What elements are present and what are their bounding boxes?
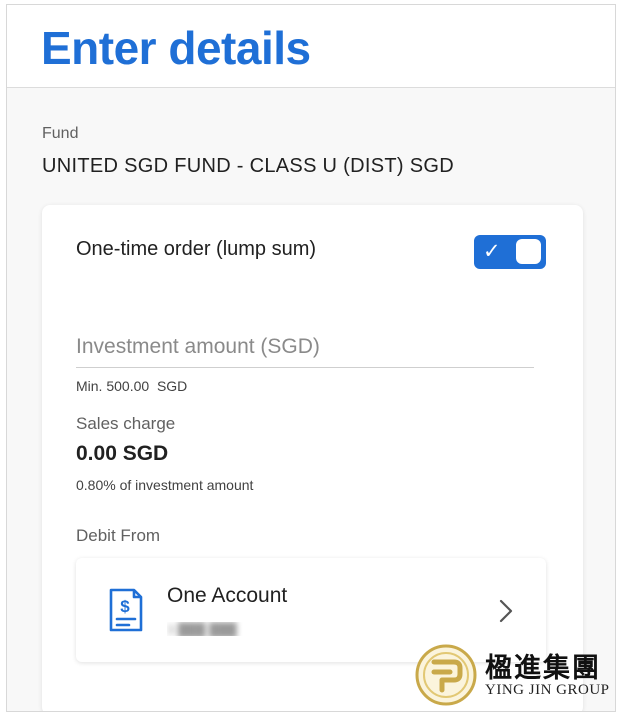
investment-amount-input[interactable] — [76, 327, 534, 368]
fund-label: Fund — [42, 125, 79, 142]
sales-charge-note: 0.80% of investment amount — [76, 477, 254, 493]
watermark-english-text: YING JIN GROUP — [485, 682, 610, 698]
ying-jin-logo-icon — [415, 644, 477, 706]
sales-charge-label: Sales charge — [76, 414, 176, 433]
one-time-order-label: One-time order (lump sum) — [76, 238, 317, 260]
page-header: Enter details — [7, 5, 615, 88]
watermark-chinese-text: 楹進集團 — [485, 653, 601, 684]
svg-text:$: $ — [120, 597, 130, 616]
account-number-masked: 3 ███ ███ — [167, 622, 297, 636]
checkmark-icon: ✓ — [483, 240, 501, 263]
account-number-text: 3 ███ ███ — [167, 622, 237, 636]
account-name: One Account — [167, 584, 288, 607]
account-document-dollar-icon: $ — [109, 588, 143, 632]
sales-charge-value: 0.00 SGD — [76, 442, 169, 465]
toggle-knob — [516, 239, 541, 264]
one-time-order-toggle[interactable]: ✓ — [474, 235, 546, 269]
order-card: One-time order (lump sum) ✓ Min. 500.00 … — [42, 205, 583, 711]
watermark: 楹進集團 YING JIN GROUP — [415, 640, 617, 714]
app-window: Enter details Fund UNITED SGD FUND - CLA… — [6, 4, 616, 712]
fund-name: UNITED SGD FUND - CLASS U (DIST) SGD — [42, 155, 454, 177]
minimum-amount-hint: Min. 500.00 SGD — [76, 378, 188, 394]
page-title: Enter details — [41, 22, 311, 74]
debit-from-label: Debit From — [76, 526, 161, 545]
form-body: Fund UNITED SGD FUND - CLASS U (DIST) SG… — [7, 88, 615, 711]
chevron-right-icon — [499, 599, 513, 623]
